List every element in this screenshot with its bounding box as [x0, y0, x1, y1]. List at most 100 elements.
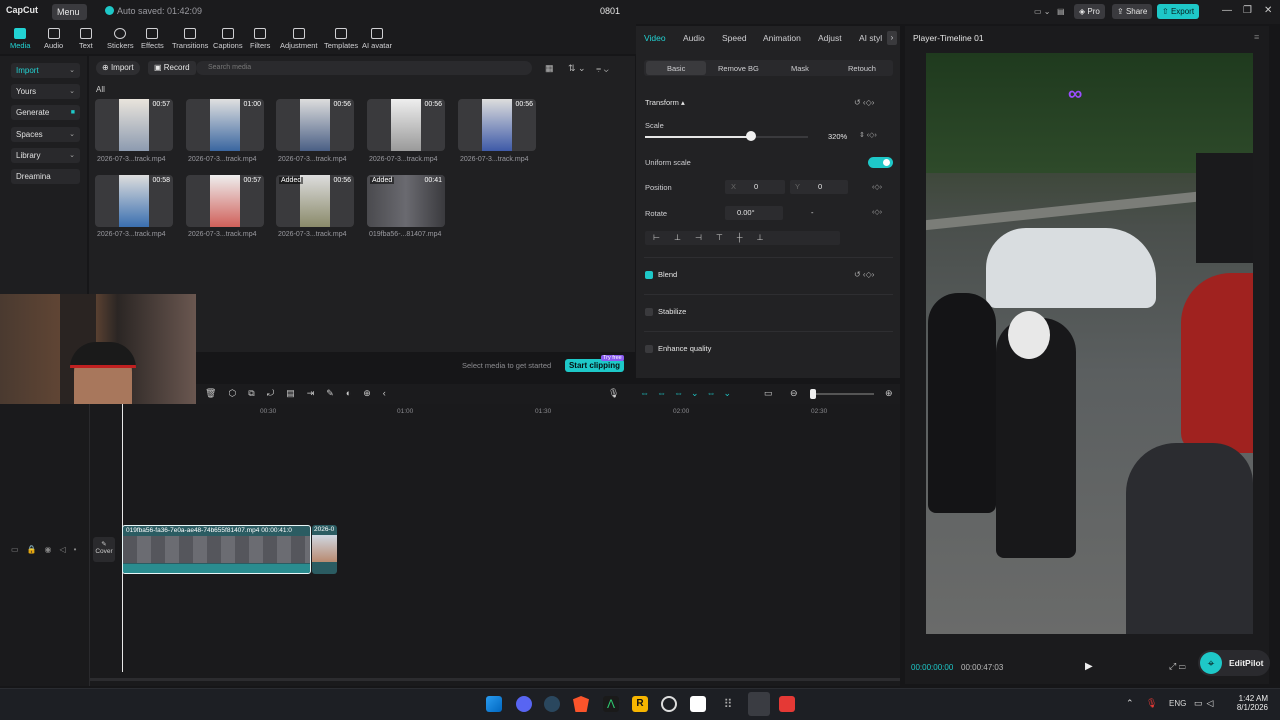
tab-video[interactable]: Video	[644, 33, 666, 43]
clock[interactable]: 1:42 AM 8/1/2026	[1234, 694, 1268, 712]
sidebar-item-yours[interactable]: Yours ⌄	[11, 84, 80, 99]
snap-tools[interactable]: ⇔⇔⇔⌄⇔⌄	[640, 388, 739, 399]
blend-checkbox[interactable]	[645, 271, 653, 279]
subtab-retouch[interactable]: Retouch	[848, 64, 876, 73]
keyframe-icon[interactable]: ‹◇›	[872, 208, 882, 216]
grid-view-icon[interactable]: ▦	[545, 63, 554, 74]
sidebar-item-library[interactable]: Library ⌄	[11, 148, 80, 163]
media-item[interactable]: 00:58	[95, 175, 173, 227]
recording-app-icon[interactable]	[779, 696, 795, 712]
tab-audio[interactable]: Audio	[683, 33, 705, 43]
editpilot-badge[interactable]: ⌖ EditPilot	[1198, 650, 1270, 676]
start-menu-icon[interactable]	[486, 696, 502, 712]
position-x-field[interactable]: X0	[725, 180, 785, 194]
scale-slider-handle[interactable]	[745, 131, 756, 141]
tool-media[interactable]: Media	[10, 28, 30, 50]
video-preview[interactable]: ∞	[926, 53, 1253, 634]
stepper-icon[interactable]: ⇕ ‹◇›	[859, 131, 877, 139]
play-icon[interactable]: ▶	[1085, 661, 1093, 672]
capcut-active-icon[interactable]	[748, 692, 770, 716]
rotate-field[interactable]: 0.00°	[725, 206, 783, 220]
hamburger-icon[interactable]: ≡	[1254, 32, 1259, 42]
position-y-field[interactable]: Y0	[790, 180, 848, 194]
stabilize-checkbox[interactable]	[645, 308, 653, 316]
tab-adjust[interactable]: Adjust	[818, 33, 842, 43]
media-item[interactable]: 00:56	[458, 99, 536, 151]
scale-value[interactable]: 320%	[828, 132, 847, 141]
chrome-icon[interactable]	[661, 696, 677, 712]
zoom-slider[interactable]	[812, 393, 874, 395]
app-icon[interactable]: Λ	[603, 696, 619, 712]
record-button[interactable]: ▣ Record	[148, 61, 196, 75]
track-controls[interactable]: ▭🔒◉◁•	[11, 545, 84, 554]
pro-button[interactable]: ◈ Pro	[1074, 4, 1105, 19]
tool-filters[interactable]: Filters	[250, 28, 270, 50]
tool-effects[interactable]: Effects	[141, 28, 164, 50]
subtab-mask[interactable]: Mask	[791, 64, 809, 73]
sidebar-item-dreamina[interactable]: Dreamina	[11, 169, 80, 184]
media-item[interactable]: 00:56	[367, 99, 445, 151]
capcut-icon[interactable]	[690, 696, 706, 712]
filter-all[interactable]: All	[96, 85, 105, 94]
tool-templates[interactable]: Templates	[324, 28, 358, 50]
uniform-scale-toggle[interactable]	[868, 157, 893, 168]
menu-button[interactable]: Menu ⌄	[52, 4, 87, 33]
tool-stickers[interactable]: Stickers	[107, 28, 134, 50]
media-item[interactable]: 01:00	[186, 99, 264, 151]
keyframe-icon[interactable]: ‹◇›	[872, 183, 882, 191]
sort-icon[interactable]: ⇅ ⌄	[568, 63, 586, 74]
tool-text[interactable]: Text	[79, 28, 93, 50]
share-button[interactable]: ⇪ Share	[1112, 4, 1153, 19]
tray-chevron-icon[interactable]: ⌃	[1126, 698, 1134, 709]
tool-audio[interactable]: Audio	[44, 28, 63, 50]
microphone-icon[interactable]: 🎙	[1146, 698, 1157, 709]
subtab-remove-bg[interactable]: Remove BG	[718, 64, 759, 73]
media-item[interactable]: Added 00:41	[367, 175, 445, 227]
zoom-in-icon[interactable]: ⊕	[885, 388, 893, 399]
tool-adjustment[interactable]: Adjustment	[280, 28, 318, 50]
discord-icon[interactable]	[516, 696, 532, 712]
align-toolbar[interactable]: ⊢⊥⊣⊤┼⊥	[645, 231, 840, 245]
steam-icon[interactable]	[544, 696, 560, 712]
filter-icon[interactable]: ⩦ ⌄	[596, 63, 609, 74]
timeline-clip[interactable]: 019fba56-fa36-7e0a-ae48-74b655f81407.mp4…	[122, 525, 311, 574]
rockstar-icon[interactable]: R	[632, 696, 648, 712]
import-button[interactable]: ⊕ Import	[96, 61, 140, 75]
preview-icon[interactable]: ▭	[764, 388, 773, 399]
reset-icon[interactable]: ↺ ‹◇›	[854, 98, 874, 107]
timeline-scrollbar[interactable]	[90, 678, 900, 681]
fullscreen-icon[interactable]: ⤢ ▭	[1169, 661, 1186, 672]
media-item[interactable]: 00:56	[276, 99, 354, 151]
export-button[interactable]: ⇧ Export	[1157, 4, 1200, 19]
cover-button[interactable]: ✎ Cover	[93, 537, 115, 562]
tab-animation[interactable]: Animation	[763, 33, 801, 43]
tool-captions[interactable]: Captions	[213, 28, 243, 50]
subtab-basic[interactable]: Basic	[667, 64, 685, 73]
restore-icon[interactable]: ❐	[1243, 5, 1252, 16]
minimize-icon[interactable]: —	[1222, 5, 1232, 16]
media-item[interactable]: 00:57	[95, 99, 173, 151]
transform-section[interactable]: Transform ▴	[645, 98, 685, 107]
tool-transitions[interactable]: Transitions	[172, 28, 208, 50]
tab-ai-style[interactable]: AI styl	[859, 33, 882, 43]
tab-speed[interactable]: Speed	[722, 33, 747, 43]
sidebar-item-generate[interactable]: Generate ■	[11, 105, 80, 120]
edit-tools[interactable]: 🗑⬡⧉⤾▤⇥✎◐⊕‹	[205, 388, 398, 399]
microphone-icon[interactable]: 🎙	[608, 388, 619, 399]
media-item[interactable]: 00:57	[186, 175, 264, 227]
timeline-clip[interactable]: 2026-0	[312, 525, 337, 574]
sidebar-item-import[interactable]: Import ⌄	[11, 63, 80, 78]
language-indicator[interactable]: ENG	[1169, 699, 1186, 708]
zoom-out-icon[interactable]: ⊖	[790, 388, 798, 399]
tool-ai-avatar[interactable]: AI avatar	[362, 28, 392, 50]
tray-icons[interactable]: ▭◁	[1194, 698, 1217, 709]
zoom-slider-handle[interactable]	[810, 389, 816, 399]
media-item[interactable]: Added 00:56	[276, 175, 354, 227]
apps-icon[interactable]: ⠿	[720, 696, 736, 712]
chevron-right-icon[interactable]: ›	[887, 31, 897, 45]
rotate-extra[interactable]: -	[811, 208, 814, 217]
sidebar-item-spaces[interactable]: Spaces ⌄	[11, 127, 80, 142]
enhance-checkbox[interactable]	[645, 345, 653, 353]
reset-icon[interactable]: ↺ ‹◇›	[854, 270, 874, 279]
close-icon[interactable]: ✕	[1264, 5, 1272, 16]
